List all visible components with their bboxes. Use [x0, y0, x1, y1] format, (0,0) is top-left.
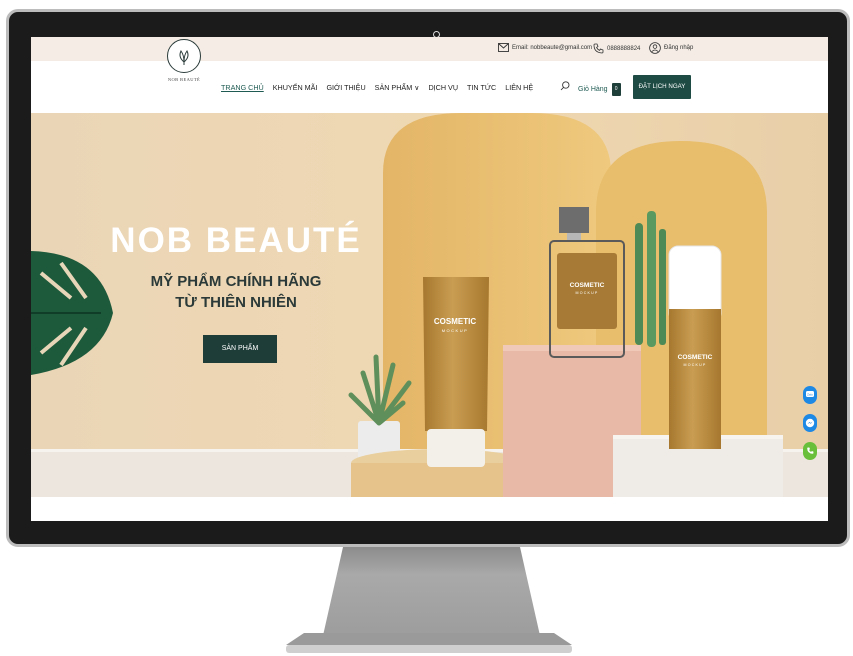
hero-banner: COSMETIC MOCKUP COSMETIC MOCKUP COSMETIC…: [31, 113, 828, 497]
tube-sub-label: MOCKUP: [442, 328, 469, 333]
menu-item-tin-tuc[interactable]: TIN TỨC: [467, 83, 496, 92]
zalo-icon[interactable]: Zalo: [803, 386, 817, 404]
hero-subtitle: MỸ PHẨM CHÍNH HÃNG TỪ THIÊN NHIÊN: [31, 271, 441, 313]
page-content-below: [31, 497, 828, 521]
phone-icon: [593, 43, 604, 54]
svg-text:Zalo: Zalo: [807, 393, 813, 397]
website-screen: Email: nobbeaute@gmail.com 0888888824 Đă…: [31, 37, 828, 521]
monitor-base: [286, 633, 572, 653]
call-icon[interactable]: [803, 442, 817, 460]
phone-contact[interactable]: 0888888824: [593, 43, 640, 54]
search-icon[interactable]: [560, 81, 570, 94]
main-navbar: NOB BEAUTÉ TRANG CHỦ KHUYẾN MÃI GIỚI THI…: [31, 39, 828, 113]
site-logo[interactable]: NOB BEAUTÉ: [164, 39, 204, 99]
cactus-plant: [635, 211, 666, 347]
mail-icon: [498, 43, 509, 52]
menu-item-lien-he[interactable]: LIÊN HỆ: [505, 83, 533, 92]
login-link[interactable]: Đăng nhập: [649, 42, 693, 54]
hero-subtitle-line-2: TỪ THIÊN NHIÊN: [175, 294, 297, 311]
tube-brand-label: COSMETIC: [434, 317, 476, 326]
email-contact[interactable]: Email: nobbeaute@gmail.com: [498, 43, 592, 52]
cart-button[interactable]: Giỏ Hàng 0: [578, 83, 621, 96]
menu-item-dich-vu[interactable]: DỊCH VỤ: [428, 83, 458, 92]
cosmetic-cylinder-product: COSMETIC MOCKUP: [668, 245, 722, 449]
logo-text: NOB BEAUTÉ: [167, 77, 201, 82]
monitor-stand: [322, 547, 541, 640]
hero-title: NOB BEAUTÉ: [110, 221, 362, 260]
hero-products-button[interactable]: SẢN PHẨM: [203, 335, 277, 363]
menu-item-gioi-thieu[interactable]: GIỚI THIỆU: [326, 83, 365, 92]
email-text: Email: nobbeaute@gmail.com: [512, 44, 593, 51]
main-menu: TRANG CHỦ KHUYẾN MÃI GIỚI THIỆU SẢN PHẨM…: [221, 83, 542, 92]
messenger-icon[interactable]: [803, 414, 817, 432]
cart-count-badge: 0: [611, 83, 621, 96]
bottle-sub-label: MOCKUP: [576, 291, 599, 295]
cylinder-brand-label: COSMETIC: [678, 354, 713, 361]
top-info-bar: Email: nobbeaute@gmail.com 0888888824 Đă…: [31, 37, 828, 61]
menu-item-trang-chu[interactable]: TRANG CHỦ: [221, 83, 264, 92]
menu-item-san-pham[interactable]: SẢN PHẨM ∨: [375, 83, 420, 92]
cylinder-sub-label: MOCKUP: [684, 363, 707, 367]
bottle-brand-label: COSMETIC: [570, 282, 605, 289]
menu-item-khuyen-mai[interactable]: KHUYẾN MÃI: [273, 83, 318, 92]
book-appointment-button[interactable]: ĐẶT LỊCH NGAY: [633, 75, 691, 99]
login-text: Đăng nhập: [664, 45, 694, 51]
hero-subtitle-line-1: MỸ PHẨM CHÍNH HÃNG: [150, 273, 322, 290]
phone-text: 0888888824: [607, 45, 641, 52]
logo-emblem-icon: [167, 39, 201, 73]
cart-label: Giỏ Hàng: [578, 86, 608, 93]
user-icon: [649, 42, 661, 54]
